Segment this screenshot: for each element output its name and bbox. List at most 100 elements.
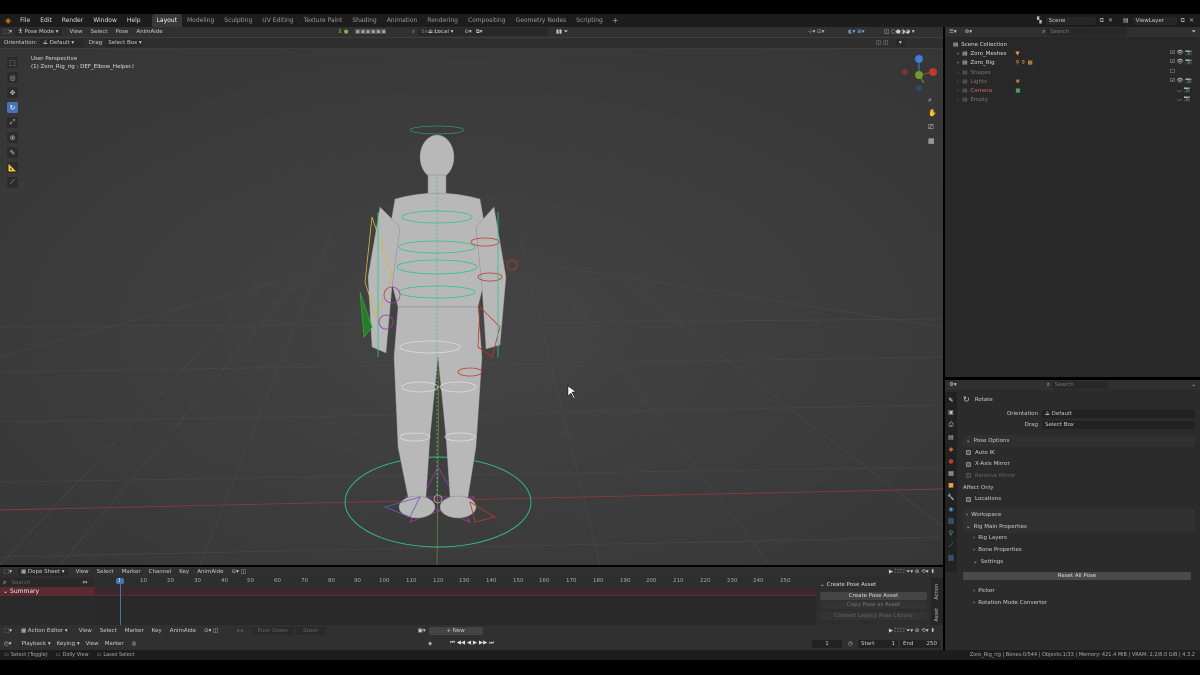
sidebar-tab-asset[interactable]: Asset — [934, 608, 940, 622]
annotate-tool-icon[interactable]: ✎ — [7, 147, 18, 158]
exclude-checkbox-icons[interactable]: ☑ 👁 📷 — [1170, 77, 1192, 86]
frame-ruler[interactable]: 1 10 20 30 40 50 60 70 80 90 100 110 120… — [94, 578, 816, 587]
scale-tool-icon[interactable]: ⤢ — [7, 117, 18, 128]
current-frame-field[interactable]: 1 — [812, 639, 842, 648]
object-tab-icon[interactable]: ■ — [948, 482, 954, 489]
outliner-editor-icon[interactable]: ☰▾ — [949, 29, 957, 35]
collection-tab-icon[interactable]: ▦ — [948, 470, 954, 477]
tab-layout[interactable]: Layout — [151, 14, 182, 27]
delete-view-layer-icon[interactable]: ✕ — [1189, 17, 1194, 24]
outliner-item-shapes[interactable]: › ▤ Shapes — [953, 68, 1200, 77]
menu-render[interactable]: Render — [57, 17, 88, 24]
constraints-tab-icon[interactable]: ⛓ — [947, 518, 955, 525]
tab-uv-editing[interactable]: UV Editing — [257, 14, 298, 27]
tab-geometry-nodes[interactable]: Geometry Nodes — [511, 14, 572, 27]
auto-ik-checkbox[interactable]: Auto IK — [963, 447, 1195, 459]
action-editor-type-icon[interactable]: ⬚▾ — [4, 628, 12, 634]
physics-tab-icon[interactable]: ◉ — [948, 506, 953, 513]
dopesheet-menu-marker[interactable]: Marker — [122, 569, 141, 575]
action-arrows-icon[interactable]: ◂ ▸ — [236, 628, 243, 634]
exclude-checkbox-icons[interactable]: ☑ 👁 📷 — [1170, 49, 1192, 58]
bone-tab-icon[interactable]: ⟋ — [949, 542, 953, 550]
timeline-editor-icon[interactable]: ◴▾ — [4, 641, 12, 647]
view-layer-icon[interactable]: ▤ — [1123, 17, 1129, 24]
3d-viewport[interactable]: ⬚▾ 🯅 Pose Mode ▾ View Select Pose AnimAi… — [0, 27, 943, 565]
dopesheet-editor-icon[interactable]: ⬚▾ — [4, 569, 12, 575]
tool-tab-icon[interactable]: ✎ — [948, 397, 953, 404]
dopesheet-menu-select[interactable]: Select — [97, 569, 114, 575]
summary-channel[interactable]: ⌄ Summary — [0, 587, 94, 596]
bone-constraint-tab-icon[interactable]: ⛓ — [947, 555, 955, 562]
create-pose-asset-button[interactable]: Create Pose Asset — [820, 592, 927, 600]
rig-main-properties-header[interactable]: ⌄ Rig Main Properties — [963, 520, 1195, 533]
bone-properties-subpanel[interactable]: › Bone Properties — [963, 544, 1195, 556]
properties-editor-icon[interactable]: ⚙▾ — [949, 382, 957, 388]
transform-tool-icon[interactable]: ⊕ — [7, 132, 18, 143]
scene-icon[interactable]: ▚ — [1037, 17, 1042, 24]
ortho-toggle-icon[interactable]: ▦ — [928, 137, 935, 145]
action-menu-key[interactable]: Key — [152, 628, 162, 634]
dopesheet-filter-icons[interactable]: ▶ ⛶ ⛶ ⏷▾ ⊚ ⟲▾ ⬍ — [889, 569, 935, 576]
tab-sculpting[interactable]: Sculpting — [219, 14, 257, 27]
workspace-panel-header[interactable]: › Workspace — [963, 509, 1195, 521]
keyframe-type-icon[interactable]: ◈ — [428, 641, 432, 647]
outliner-search-input[interactable]: Search — [1047, 28, 1128, 36]
exclude-checkbox-icons[interactable]: ◡ 📷 — [1170, 86, 1192, 95]
tab-animation[interactable]: Animation — [382, 14, 423, 27]
outliner-item-lights[interactable]: › ▤ Lights ✺ — [953, 77, 1200, 86]
menu-help[interactable]: Help — [122, 17, 146, 24]
render-tab-icon[interactable]: ▣ — [948, 409, 954, 416]
action-browse-icon[interactable]: ▣▾ — [418, 628, 426, 634]
outliner-item-camera[interactable]: › ▤ Camera ■ — [953, 86, 1200, 95]
orientation-dropdown[interactable]: ⟁ Default — [1042, 409, 1195, 418]
playback-controls[interactable]: ⏮ ◀◀ ◀ ▶ ▶▶ ⏭ — [450, 640, 494, 647]
locations-checkbox[interactable]: Locations — [963, 494, 1195, 506]
timeline-menu-keying[interactable]: Keying ▾ — [57, 641, 80, 647]
outliner-item-empty[interactable]: › ▤ Empty — [953, 96, 1200, 105]
menu-edit[interactable]: Edit — [35, 17, 57, 24]
timeline-menu-playback[interactable]: Playback ▾ — [22, 641, 51, 647]
only-selected-icons[interactable]: ⊙▾ ◫ — [232, 569, 246, 575]
view-layer-selector[interactable]: ViewLayer — [1132, 16, 1177, 25]
camera-view-icon[interactable]: ⎚ — [928, 123, 934, 132]
action-filter-icons[interactable]: ▶ ⛶ ⛶ ⏷▾ ⊚ ⟲▾ ⬍ — [889, 628, 935, 635]
new-scene-icon[interactable]: ⧉ — [1100, 17, 1104, 25]
select-box-tool-icon[interactable]: ⬚ — [7, 57, 18, 68]
output-tab-icon[interactable]: ⎙ — [949, 421, 954, 429]
keyframe-area[interactable] — [94, 578, 816, 625]
scene-selector[interactable]: Scene — [1045, 16, 1096, 25]
checkbox-icon[interactable] — [966, 450, 971, 456]
dopesheet-menu-animaide[interactable]: AnimAide — [197, 569, 223, 575]
menu-window[interactable]: Window — [88, 17, 122, 24]
exclude-checkbox-icons[interactable]: ☑ 👁 📷 — [1170, 58, 1192, 67]
expand-arrow-icon[interactable]: › — [957, 70, 959, 76]
scene-tab-icon[interactable]: ◆ — [949, 446, 954, 453]
expand-arrow-icon[interactable]: › — [957, 88, 959, 94]
push-down-button[interactable]: Push Down — [251, 627, 294, 635]
modifier-tab-icon[interactable]: 🔧 — [947, 494, 954, 501]
pose-options-panel-header[interactable]: ⌄ Pose Options — [963, 435, 1195, 447]
zoom-icon[interactable]: ⌕ — [928, 96, 932, 105]
end-frame-field[interactable]: End 250 — [900, 639, 940, 648]
picker-subpanel[interactable]: › Picker — [963, 585, 1195, 597]
outliner-item-zoro-rig[interactable]: › ▤ Zoro_Rig ⚲ ⚱ ▦ — [953, 59, 1200, 68]
delete-scene-icon[interactable]: ✕ — [1108, 17, 1113, 24]
action-menu-animaide[interactable]: AnimAide — [170, 628, 196, 634]
expand-arrow-icon[interactable]: › — [957, 79, 959, 85]
view-layer-tab-icon[interactable]: ▤ — [948, 434, 954, 441]
relative-mirror-checkbox[interactable]: Relative Mirror — [963, 470, 1195, 482]
new-action-button[interactable]: + New — [428, 627, 483, 635]
exclude-checkbox-icons[interactable]: ☐ — [1170, 68, 1192, 77]
auto-key-icon[interactable]: ◎ — [132, 641, 137, 647]
checkbox-icon[interactable] — [966, 473, 971, 479]
pan-hand-icon[interactable]: ✋ — [928, 109, 937, 117]
menu-file[interactable]: File — [15, 17, 35, 24]
rotate-tool-icon[interactable]: ↻ — [7, 102, 18, 113]
timeline-menu-marker[interactable]: Marker — [105, 641, 124, 647]
dopesheet-menu-key[interactable]: Key — [179, 569, 189, 575]
outliner-filter-icon[interactable]: ⏷ — [1192, 29, 1196, 36]
properties-editor[interactable]: ⚙▾ ⌕ Search ⌄ ✎ ▣ ⎙ ▤ ◆ ● ▦ ■ 🔧 ◉ ⛓ ⚲ ⟋ … — [945, 380, 1200, 650]
action-menu-view[interactable]: View — [79, 628, 92, 634]
tab-scripting[interactable]: Scripting — [571, 14, 608, 27]
settings-subpanel[interactable]: ⌄ Settings — [963, 556, 1195, 568]
